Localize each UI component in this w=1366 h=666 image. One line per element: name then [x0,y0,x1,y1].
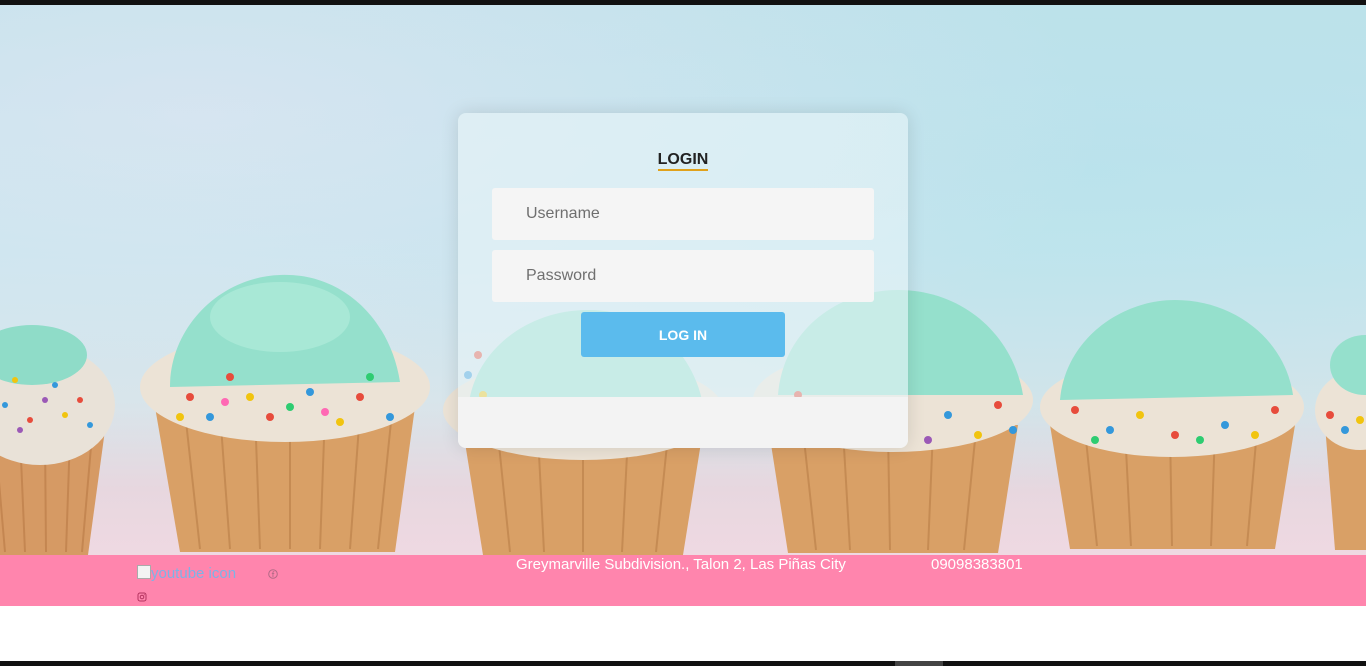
footer-address: Greymarville Subdivision., Talon 2, Las … [516,556,846,573]
cupcake-image-5 [1040,300,1304,549]
login-button[interactable]: LOG IN [581,312,785,357]
username-input[interactable] [492,188,874,240]
login-card: LOGIN LOG IN [458,113,908,448]
login-title-text: LOGIN [657,151,709,171]
login-title: LOGIN [458,151,908,171]
youtube-link[interactable]: youtube icon [137,565,236,582]
facebook-icon[interactable] [268,569,278,579]
bottom-border [0,661,1366,666]
bottom-border-segment [895,661,943,666]
instagram-icon[interactable] [137,592,147,602]
footer-phone: 09098383801 [931,556,1023,573]
youtube-icon-alt-text: youtube icon [151,565,237,582]
cupcake-image-2 [140,274,430,552]
password-input[interactable] [492,250,874,302]
youtube-icon [137,565,151,579]
login-card-footer [458,397,908,448]
cupcake-image-6 [1315,335,1366,550]
cupcake-image-1 [0,325,115,555]
footer: youtube icon Greymarville Subdivision., … [0,555,1366,606]
